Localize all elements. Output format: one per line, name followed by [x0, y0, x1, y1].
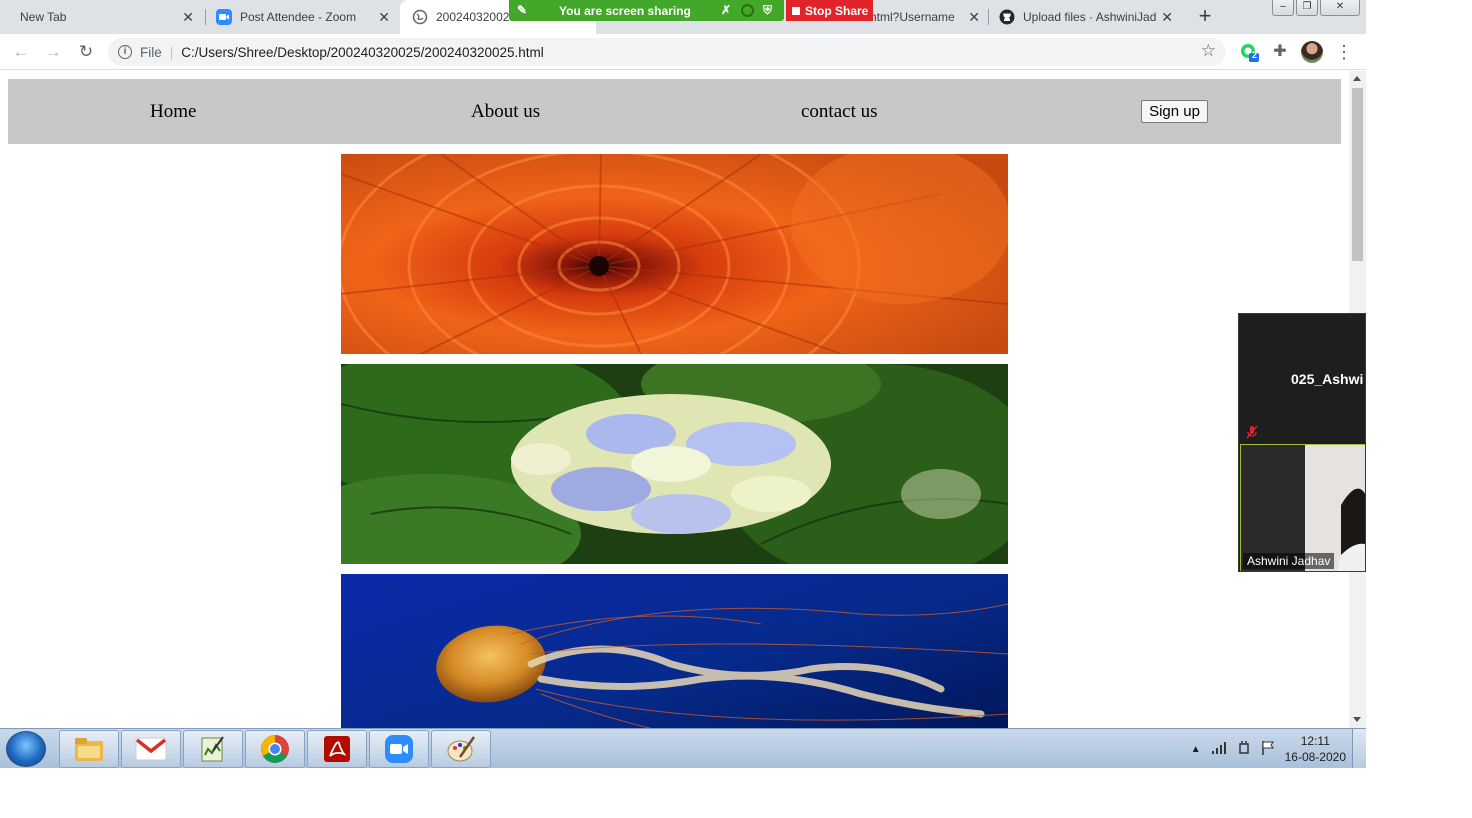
- zoom-share-bar[interactable]: ✎ You are screen sharing ✗ ⛨: [509, 0, 784, 21]
- start-button-windows-icon[interactable]: [6, 731, 46, 767]
- back-arrow-icon[interactable]: ←: [10, 41, 32, 63]
- tab-label: 200240320025: [436, 10, 517, 24]
- chrome-icon[interactable]: [245, 730, 305, 768]
- system-tray: ▲ 12:11 16-08-2020: [1191, 733, 1346, 765]
- participant-video: Ashwini Jadhav: [1240, 444, 1365, 571]
- stop-square-icon: [792, 6, 800, 15]
- github-icon: [999, 9, 1015, 25]
- info-icon[interactable]: i: [118, 45, 132, 59]
- tab-label: 2.html?Username: [860, 10, 955, 24]
- participant-title: 025_Ashwi: [1291, 371, 1364, 387]
- gmail-icon[interactable]: [121, 730, 181, 768]
- show-desktop-button[interactable]: [1352, 729, 1366, 768]
- close-window-icon[interactable]: ✕: [1320, 0, 1360, 16]
- taskbar-clock[interactable]: 12:11 16-08-2020: [1285, 733, 1346, 765]
- stop-share-label: Stop Share: [805, 3, 869, 18]
- sign-up-button[interactable]: Sign up: [1141, 100, 1208, 123]
- acrobat-reader-icon[interactable]: [307, 730, 367, 768]
- tab-close-icon[interactable]: ✕: [378, 9, 390, 25]
- participant-name-label: Ashwini Jadhav: [1243, 553, 1335, 569]
- new-tab-plus-icon[interactable]: +: [1193, 5, 1217, 29]
- address-divider: |: [169, 44, 174, 60]
- zoom-video-panel[interactable]: 025_Ashwi Ashwini Jadhav: [1238, 313, 1366, 572]
- globe-icon: [412, 9, 428, 25]
- flower-image-chrysanthemum: [341, 154, 1008, 354]
- tab-divider: [988, 9, 989, 25]
- tab-close-icon[interactable]: ✕: [182, 9, 194, 25]
- forward-arrow-icon[interactable]: →: [42, 41, 64, 63]
- stop-share-button[interactable]: Stop Share: [786, 0, 873, 21]
- tab-label: New Tab: [20, 10, 67, 24]
- record-icon[interactable]: [741, 4, 754, 17]
- zoom-app-icon[interactable]: [369, 730, 429, 768]
- scrollbar-thumb[interactable]: [1352, 88, 1363, 261]
- power-plug-icon[interactable]: [1237, 740, 1251, 759]
- reload-icon[interactable]: ↻: [75, 41, 97, 63]
- whatsapp-extension-icon[interactable]: 2: [1240, 42, 1260, 62]
- network-signal-icon[interactable]: [1211, 741, 1227, 758]
- bookmark-star-icon[interactable]: ☆: [1201, 41, 1216, 61]
- tab-label: Upload files · AshwiniJad: [1023, 10, 1157, 24]
- tab-github-upload[interactable]: Upload files · AshwiniJad ✕: [991, 0, 1181, 34]
- address-url[interactable]: C:/Users/Shree/Desktop/200240320025/2002…: [181, 45, 544, 60]
- minimize-icon[interactable]: –: [1272, 0, 1294, 16]
- muted-mic-icon: [1245, 425, 1259, 439]
- zoom-icon: [216, 9, 232, 25]
- tab-zoom[interactable]: Post Attendee - Zoom ✕: [208, 0, 398, 34]
- notepad-icon[interactable]: [183, 730, 243, 768]
- site-navbar: Home About us contact us Sign up: [8, 79, 1341, 144]
- windows-taskbar: ▲ 12:11 16-08-2020: [0, 728, 1366, 768]
- mute-mic-icon[interactable]: ✗: [721, 3, 731, 17]
- nav-link-home[interactable]: Home: [150, 101, 196, 123]
- share-status-text: You are screen sharing: [559, 3, 691, 18]
- paint-icon[interactable]: [431, 730, 491, 768]
- nav-link-contact[interactable]: contact us: [801, 101, 878, 123]
- screen: New Tab ✕ Post Attendee - Zoom ✕ 2002403…: [0, 0, 1366, 768]
- window-controls: – ❐ ✕: [1272, 0, 1360, 16]
- extension-badge: 2: [1252, 50, 1258, 60]
- tab-label: Post Attendee - Zoom: [240, 10, 357, 24]
- nav-link-about[interactable]: About us: [471, 101, 540, 123]
- profile-avatar[interactable]: [1301, 41, 1323, 63]
- scroll-up-arrow-icon[interactable]: [1353, 76, 1361, 81]
- address-scheme-label: File: [140, 44, 162, 60]
- tab-new-tab[interactable]: New Tab ✕: [12, 0, 202, 34]
- address-bar[interactable]: i File | C:/Users/Shree/Desktop/20024032…: [108, 38, 1226, 66]
- show-hidden-icons-arrow-icon[interactable]: ▲: [1191, 744, 1201, 755]
- flower-image-hydrangea: [341, 364, 1008, 564]
- tab-close-icon[interactable]: ✕: [968, 9, 980, 25]
- file-explorer-icon[interactable]: [59, 730, 119, 768]
- action-center-flag-icon[interactable]: [1261, 740, 1275, 759]
- scroll-down-arrow-icon[interactable]: [1353, 717, 1361, 722]
- tab-close-icon[interactable]: ✕: [1161, 9, 1173, 25]
- clock-date: 16-08-2020: [1284, 750, 1346, 764]
- clock-time: 12:11: [1300, 734, 1330, 748]
- pin-icon: ✎: [517, 3, 528, 17]
- jellyfish-image: [341, 574, 1008, 728]
- puzzle-extensions-icon[interactable]: ✚: [1270, 42, 1290, 62]
- restore-icon[interactable]: ❐: [1296, 0, 1318, 16]
- shield-icon[interactable]: ⛨: [763, 3, 772, 18]
- more-menu-icon[interactable]: ⋮: [1333, 41, 1355, 63]
- tab-divider: [205, 9, 206, 25]
- browser-toolbar: ← → ↻ i File | C:/Users/Shree/Desktop/20…: [0, 34, 1366, 70]
- page-viewport: Home About us contact us Sign up: [0, 71, 1349, 728]
